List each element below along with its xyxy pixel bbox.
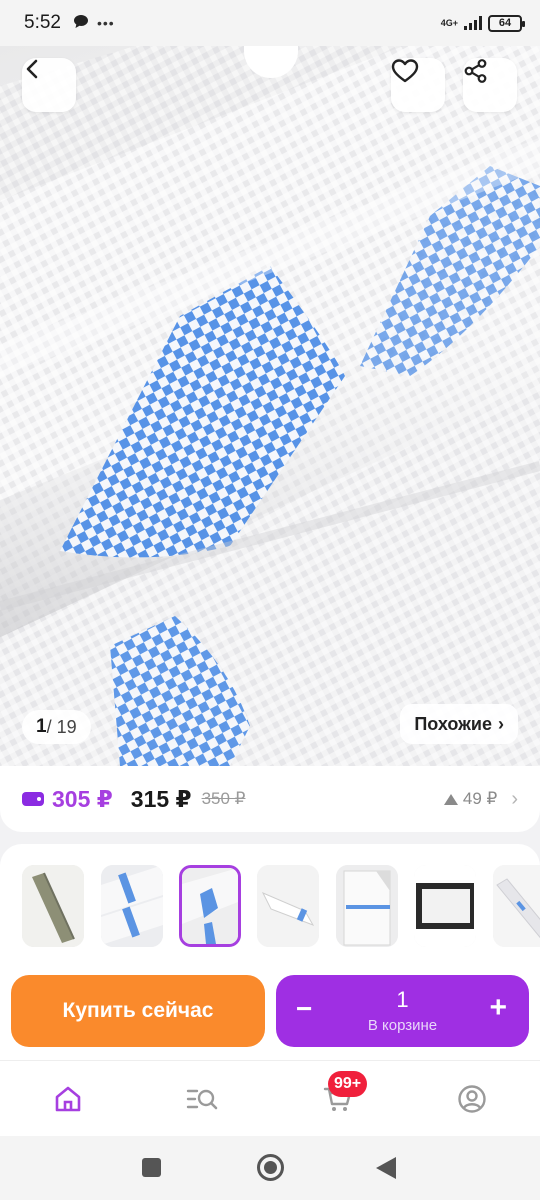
purchase-actions: Купить сейчас − 1 В корзине + bbox=[0, 964, 540, 1060]
home-button[interactable] bbox=[257, 1154, 284, 1181]
back-button[interactable] bbox=[22, 58, 76, 112]
nav-profile[interactable] bbox=[452, 1079, 492, 1119]
more-notifications-icon: ••• bbox=[96, 15, 115, 31]
thumbnail-item[interactable] bbox=[101, 865, 163, 947]
image-counter-total: 19 bbox=[56, 716, 77, 737]
favorite-button[interactable] bbox=[391, 58, 445, 112]
chevron-right-icon: › bbox=[498, 713, 504, 734]
similar-products-button[interactable]: Похожие › bbox=[400, 704, 518, 744]
recent-apps-button[interactable] bbox=[142, 1158, 161, 1177]
share-button[interactable] bbox=[463, 58, 517, 112]
thumbnail-item-selected[interactable] bbox=[179, 865, 241, 947]
chevron-right-icon: › bbox=[511, 787, 518, 810]
chat-notification-icon bbox=[73, 14, 89, 33]
cart-badge: 99+ bbox=[328, 1071, 368, 1097]
price-card[interactable]: 305 ₽ 315 ₽ 350 ₽ 49 ₽ › bbox=[0, 766, 540, 832]
nav-home[interactable] bbox=[48, 1079, 88, 1119]
price-change-value: 49 ₽ bbox=[462, 789, 498, 808]
image-counter-separator: / bbox=[46, 716, 57, 737]
home-icon bbox=[55, 1086, 81, 1112]
network-type: 4G+ bbox=[440, 17, 458, 28]
wallet-price: 305 ₽ bbox=[52, 785, 113, 812]
price-change[interactable]: 49 ₽ › bbox=[443, 787, 518, 811]
status-bar: 5:52 ••• 4G+ 64 bbox=[0, 0, 540, 46]
thumbnail-item[interactable] bbox=[22, 865, 84, 947]
battery-icon: 64 bbox=[488, 14, 525, 32]
system-navigation-bar bbox=[0, 1136, 540, 1200]
current-price: 315 ₽ bbox=[130, 785, 192, 812]
thumbnail-item[interactable] bbox=[493, 865, 540, 947]
buy-now-button[interactable]: Купить сейчас bbox=[11, 975, 265, 1047]
image-counter-current: 1 bbox=[36, 716, 47, 737]
status-time: 5:52 bbox=[24, 12, 61, 33]
triangle-up-icon bbox=[443, 793, 458, 805]
similar-label: Похожие bbox=[414, 713, 492, 734]
share-icon bbox=[464, 59, 487, 83]
nav-catalog[interactable] bbox=[182, 1079, 222, 1119]
thumbnail-strip[interactable] bbox=[0, 844, 540, 964]
thumbnail-item[interactable] bbox=[257, 865, 319, 947]
bottom-navigation: 99+ bbox=[0, 1060, 540, 1136]
product-photo bbox=[0, 46, 540, 766]
signal-icon bbox=[464, 16, 482, 30]
profile-icon bbox=[458, 1085, 486, 1113]
catalog-search-icon bbox=[186, 1089, 218, 1110]
chevron-left-icon bbox=[26, 59, 38, 79]
battery-level: 64 bbox=[498, 17, 512, 29]
back-system-button[interactable] bbox=[376, 1157, 396, 1179]
image-counter: 1 / 19 bbox=[22, 710, 91, 744]
increase-quantity-button[interactable]: + bbox=[489, 993, 507, 1023]
thumbnail-item[interactable] bbox=[414, 865, 476, 947]
thumbnail-item[interactable] bbox=[336, 865, 398, 947]
product-image-gallery[interactable]: 1 / 19 Похожие › bbox=[0, 46, 540, 766]
old-price: 350 ₽ bbox=[201, 789, 246, 808]
heart-icon bbox=[391, 59, 419, 83]
wallet-icon bbox=[22, 792, 44, 806]
cart-quantity-control: − 1 В корзине + bbox=[276, 975, 529, 1047]
